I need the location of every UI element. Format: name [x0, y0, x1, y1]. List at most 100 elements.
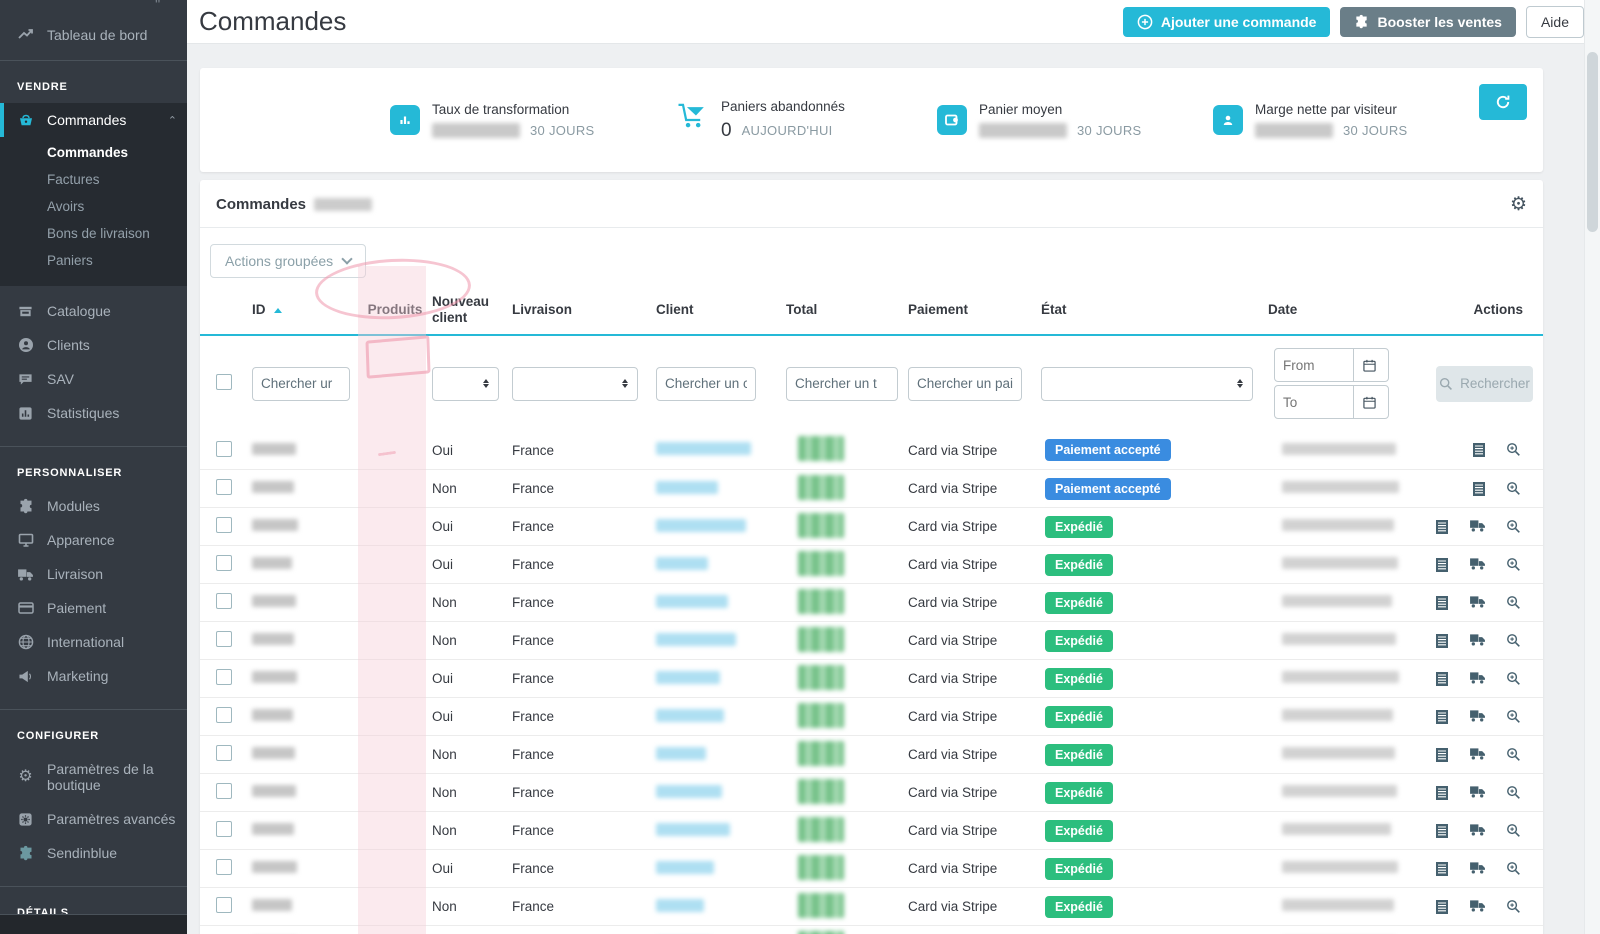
truck-icon[interactable]: [1469, 557, 1486, 573]
truck-icon[interactable]: [1469, 861, 1486, 877]
sidebar-item-catalogue[interactable]: Catalogue: [0, 294, 187, 328]
total-filter-input[interactable]: [786, 367, 898, 401]
zoom-in-icon[interactable]: [1506, 633, 1521, 649]
order-details-icon[interactable]: [1472, 442, 1486, 458]
row-checkbox[interactable]: [216, 897, 232, 913]
select-all-checkbox[interactable]: [216, 374, 232, 390]
sidebar-item-dashboard[interactable]: Tableau de bord: [0, 18, 187, 52]
truck-icon[interactable]: [1469, 519, 1486, 535]
column-header-paiement[interactable]: Paiement: [902, 302, 1035, 318]
column-header-produits[interactable]: Produits: [358, 302, 426, 318]
sidebar-item-paiement[interactable]: Paiement: [0, 591, 187, 625]
vertical-scrollbar[interactable]: [1584, 0, 1600, 934]
zoom-in-icon[interactable]: [1506, 519, 1521, 535]
order-details-icon[interactable]: [1435, 709, 1449, 725]
row-checkbox[interactable]: [216, 783, 232, 799]
row-checkbox[interactable]: [216, 821, 232, 837]
payment-filter-input[interactable]: [908, 367, 1022, 401]
column-header-livraison[interactable]: Livraison: [506, 302, 650, 318]
truck-icon[interactable]: [1469, 709, 1486, 725]
gear-icon[interactable]: ⚙: [1510, 193, 1527, 216]
sidebar-subitem-avoirs[interactable]: Avoirs: [0, 193, 187, 220]
zoom-in-icon[interactable]: [1506, 671, 1521, 687]
sidebar-item-sav[interactable]: SAV: [0, 362, 187, 396]
order-details-icon[interactable]: [1472, 481, 1486, 497]
row-checkbox[interactable]: [216, 517, 232, 533]
sidebar-item-marketing[interactable]: Marketing: [0, 659, 187, 693]
order-details-icon[interactable]: [1435, 861, 1449, 877]
sidebar-subitem-commandes[interactable]: Commandes: [0, 139, 187, 166]
bulk-actions-button[interactable]: Actions groupées: [210, 244, 366, 278]
order-details-icon[interactable]: [1435, 557, 1449, 573]
sidebar-item-sendinblue[interactable]: Sendinblue: [0, 836, 187, 870]
column-header-total[interactable]: Total: [780, 302, 902, 318]
row-checkbox[interactable]: [216, 441, 232, 457]
truck-icon[interactable]: [1469, 823, 1486, 839]
state-filter-select[interactable]: [1041, 367, 1253, 401]
sidebar-subitem-factures[interactable]: Factures: [0, 166, 187, 193]
id-filter-input[interactable]: [252, 367, 350, 401]
sidebar-item-international[interactable]: International: [0, 625, 187, 659]
zoom-in-icon[interactable]: [1506, 747, 1521, 763]
order-details-icon[interactable]: [1435, 899, 1449, 915]
sidebar-subitem-paniers[interactable]: Paniers: [0, 247, 187, 274]
date-from-input[interactable]: [1275, 358, 1353, 373]
truck-icon[interactable]: [1469, 633, 1486, 649]
truck-icon[interactable]: [1469, 899, 1486, 915]
sort-asc-icon[interactable]: [274, 308, 282, 313]
column-header-nouveau-client[interactable]: Nouveau client: [426, 294, 506, 326]
sidebar-item-statistiques[interactable]: Statistiques: [0, 396, 187, 430]
zoom-in-icon[interactable]: [1506, 785, 1521, 801]
sidebar-item-apparence[interactable]: Apparence: [0, 523, 187, 557]
column-header-client[interactable]: Client: [650, 302, 780, 318]
help-button[interactable]: Aide: [1526, 6, 1584, 38]
truck-icon[interactable]: [1469, 595, 1486, 611]
zoom-in-icon[interactable]: [1506, 709, 1521, 725]
zoom-in-icon[interactable]: [1506, 899, 1521, 915]
order-details-icon[interactable]: [1435, 595, 1449, 611]
row-checkbox[interactable]: [216, 555, 232, 571]
date-to-input[interactable]: [1275, 395, 1353, 410]
sidebar-item-commandes[interactable]: Commandes ⌃: [0, 103, 187, 137]
scrollbar-thumb[interactable]: [1587, 52, 1598, 232]
boost-sales-button[interactable]: Booster les ventes: [1340, 7, 1516, 37]
calendar-icon[interactable]: [1353, 386, 1385, 418]
sidebar-item-livraison[interactable]: Livraison: [0, 557, 187, 591]
row-checkbox[interactable]: [216, 593, 232, 609]
order-details-icon[interactable]: [1435, 747, 1449, 763]
zoom-in-icon[interactable]: [1506, 823, 1521, 839]
zoom-in-icon[interactable]: [1506, 481, 1521, 497]
row-checkbox[interactable]: [216, 707, 232, 723]
column-header-id[interactable]: ID: [246, 302, 358, 318]
order-details-icon[interactable]: [1435, 519, 1449, 535]
refresh-button[interactable]: [1479, 84, 1527, 120]
calendar-icon[interactable]: [1353, 349, 1385, 381]
sidebar-subitem-bons-de-livraison[interactable]: Bons de livraison: [0, 220, 187, 247]
zoom-in-icon[interactable]: [1506, 595, 1521, 611]
truck-icon[interactable]: [1469, 671, 1486, 687]
row-checkbox[interactable]: [216, 669, 232, 685]
zoom-in-icon[interactable]: [1506, 861, 1521, 877]
delivery-filter-select[interactable]: [512, 367, 638, 401]
order-details-icon[interactable]: [1435, 633, 1449, 649]
row-checkbox[interactable]: [216, 479, 232, 495]
add-order-button[interactable]: Ajouter une commande: [1123, 7, 1331, 37]
sidebar-item-modules[interactable]: Modules: [0, 489, 187, 523]
row-checkbox[interactable]: [216, 631, 232, 647]
column-header-etat[interactable]: État: [1035, 302, 1262, 318]
row-checkbox[interactable]: [216, 745, 232, 761]
order-details-icon[interactable]: [1435, 823, 1449, 839]
truck-icon[interactable]: [1469, 785, 1486, 801]
client-filter-input[interactable]: [656, 367, 756, 401]
new-client-filter-select[interactable]: [432, 367, 499, 401]
column-header-date[interactable]: Date: [1262, 302, 1410, 318]
truck-icon[interactable]: [1469, 747, 1486, 763]
zoom-in-icon[interactable]: [1506, 557, 1521, 573]
row-checkbox[interactable]: [216, 859, 232, 875]
sidebar-item-parametres-avances[interactable]: Paramètres avancés: [0, 802, 187, 836]
sidebar-item-parametres-boutique[interactable]: ⚙ Paramètres de la boutique: [0, 752, 187, 802]
order-details-icon[interactable]: [1435, 671, 1449, 687]
search-button[interactable]: Rechercher: [1436, 366, 1533, 402]
zoom-in-icon[interactable]: [1506, 442, 1521, 458]
order-details-icon[interactable]: [1435, 785, 1449, 801]
